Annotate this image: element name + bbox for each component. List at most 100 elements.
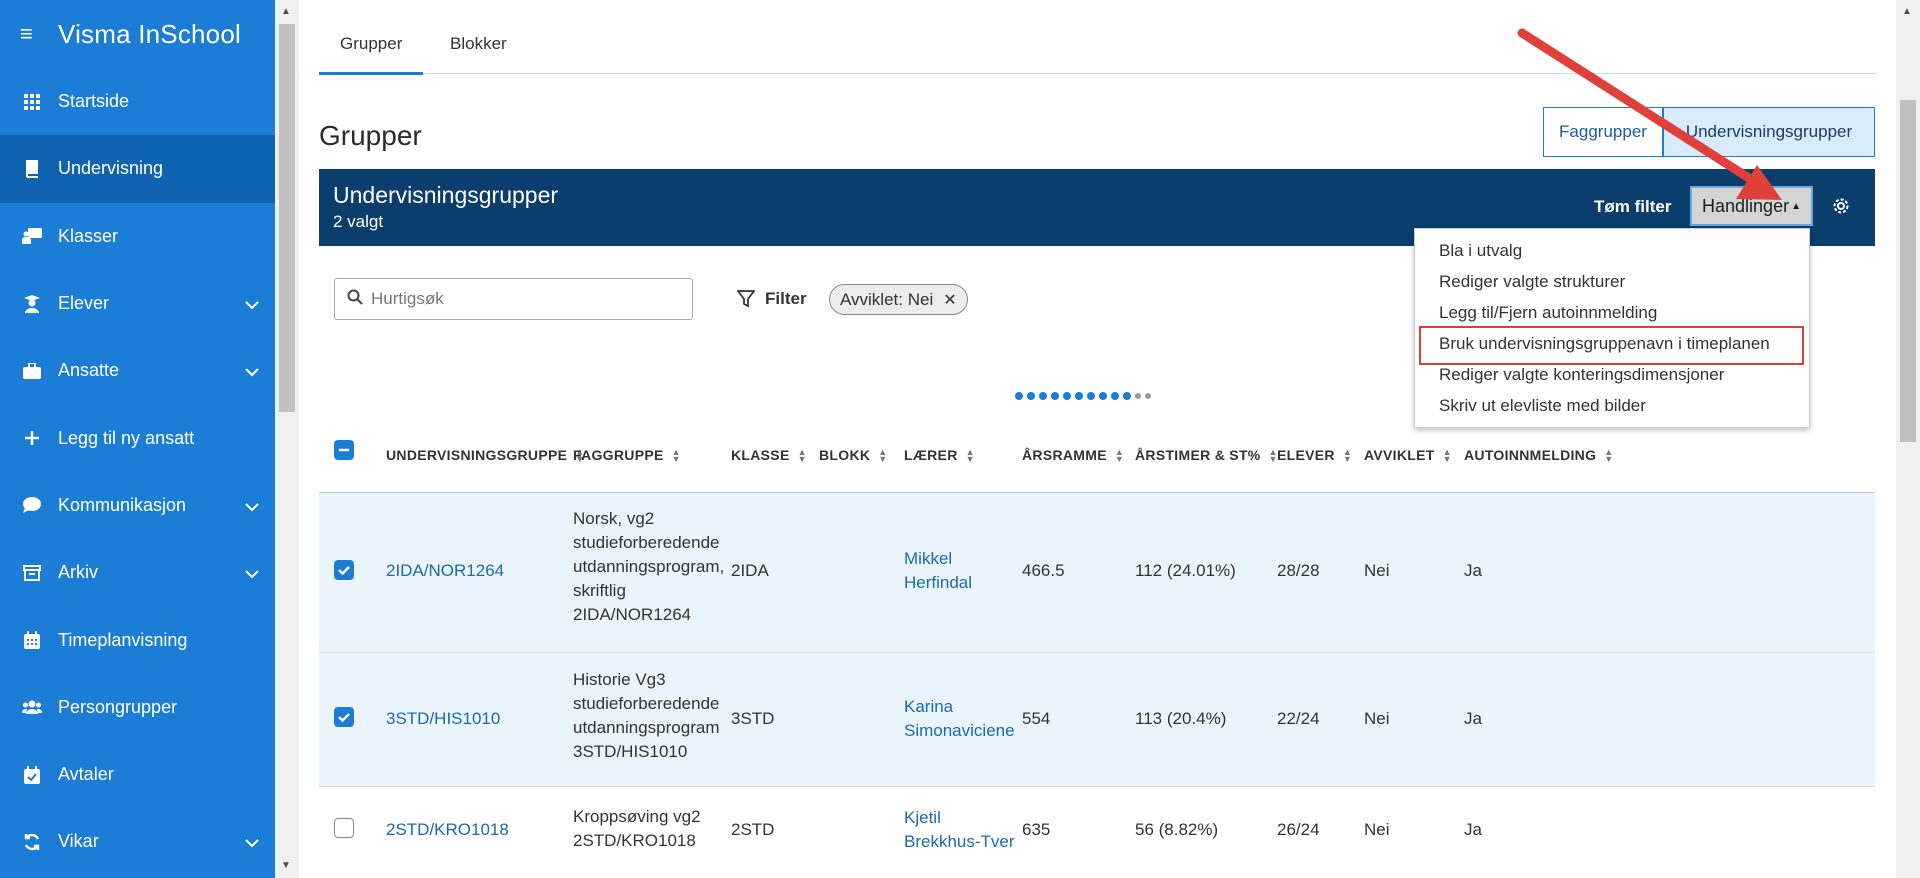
column-header-label: FAGGRUPPE xyxy=(573,447,664,463)
faggruppe-line: utdanningsprogram xyxy=(573,718,720,737)
search-input[interactable]: Hurtigsøk xyxy=(334,278,693,320)
sidebar-item-timeplanvisning[interactable]: Timeplanvisning xyxy=(0,606,275,673)
menu-item-autoinnmelding[interactable]: Legg til/Fjern autoinnmelding xyxy=(1439,303,1657,323)
sidebar-item-label: Persongrupper xyxy=(58,696,178,717)
sidebar-item-elever[interactable]: Elever xyxy=(0,270,275,337)
klasse-cell: 3STD xyxy=(731,709,775,728)
segment-faggrupper-button[interactable]: Faggrupper xyxy=(1543,107,1663,157)
faggruppe-cell: Historie Vg3 studieforberedende utdannin… xyxy=(573,668,720,764)
chevron-down-icon[interactable] xyxy=(245,832,259,853)
sidebar-item-label: Timeplanvisning xyxy=(58,629,188,650)
menu-item-bruk-gruppenavn-i-timeplanen[interactable]: Bruk undervisningsgruppenavn i timeplane… xyxy=(1439,334,1770,354)
loading-dot xyxy=(1027,392,1035,400)
menu-item-bla-i-utvalg[interactable]: Bla i utvalg xyxy=(1439,241,1522,261)
close-icon[interactable]: ✕ xyxy=(943,290,956,310)
sidebar-item-vikar[interactable]: Vikar xyxy=(0,808,275,875)
actions-dropdown-button[interactable]: Handlinger ▲ xyxy=(1690,186,1813,226)
loading-dot xyxy=(1145,393,1151,399)
selection-count: 2 valgt xyxy=(333,212,384,231)
sidebar-item-arkiv[interactable]: Arkiv xyxy=(0,539,275,606)
scroll-up-arrow-icon[interactable]: ▲ xyxy=(1902,6,1912,17)
sidebar-scrollbar[interactable]: ▲ ▼ xyxy=(275,0,299,878)
column-header-faggruppe[interactable]: FAGGRUPPE ▲ ▼ xyxy=(573,447,681,464)
filter-button[interactable]: Filter xyxy=(737,289,807,309)
column-header-undervisningsgruppe[interactable]: UNDERVISNINGSGRUPPE ▲ ▼ xyxy=(386,447,584,464)
main-content: Grupper Blokker Grupper Faggrupper Under… xyxy=(299,0,1896,878)
sidebar-item-undervisning[interactable]: Undervisning xyxy=(0,135,275,203)
segment-undervisningsgrupper-button[interactable]: Undervisningsgrupper xyxy=(1663,107,1875,157)
chevron-down-icon[interactable] xyxy=(245,563,259,584)
group-link[interactable]: 2STD/KRO1018 xyxy=(386,818,509,842)
sidebar-header: ≡ Visma InSchool xyxy=(0,0,275,68)
chevron-down-icon[interactable] xyxy=(245,361,259,382)
teacher-link[interactable]: Mikkel Herfindal xyxy=(904,547,972,595)
column-header-autoinnmelding[interactable]: AUTOINNMELDING ▲ ▼ xyxy=(1464,447,1614,464)
select-all-checkbox[interactable] xyxy=(334,440,354,460)
column-header-klasse[interactable]: KLASSE ▲ ▼ xyxy=(731,447,807,464)
gear-icon[interactable] xyxy=(1831,196,1851,221)
column-header-arsramme[interactable]: ÅRSRAMME ▲ ▼ xyxy=(1022,447,1125,465)
group-link[interactable]: 3STD/HIS1010 xyxy=(386,707,500,731)
app-title: Visma InSchool xyxy=(58,18,241,49)
menu-item-konteringsdimensjoner[interactable]: Rediger valgte konteringsdimensjoner xyxy=(1439,365,1724,385)
avviklet-cell: Nei xyxy=(1364,820,1390,839)
clear-filter-button[interactable]: Tøm filter xyxy=(1594,197,1671,217)
column-header-elever[interactable]: ELEVER ▲ ▼ xyxy=(1277,447,1352,464)
loading-dot xyxy=(1015,392,1023,400)
tab-grupper[interactable]: Grupper xyxy=(319,34,424,75)
calendar-check-icon xyxy=(22,765,42,785)
faggruppe-line: studieforberedende xyxy=(573,694,720,713)
hamburger-menu-icon[interactable]: ≡ xyxy=(20,23,58,45)
table-row[interactable]: 3STD/HIS1010 Historie Vg3 studieforbered… xyxy=(319,653,1875,787)
sort-icon: ▲ ▼ xyxy=(1114,447,1125,465)
search-icon xyxy=(347,289,363,310)
calendar-icon xyxy=(22,630,42,650)
chevron-down-icon[interactable] xyxy=(245,496,259,517)
row-checkbox[interactable] xyxy=(334,818,354,838)
column-header-laerer[interactable]: LÆRER ▲ ▼ xyxy=(904,447,975,464)
presentation-icon xyxy=(22,226,42,246)
row-checkbox[interactable] xyxy=(334,560,354,580)
faggruppe-line: 2IDA/NOR1264 xyxy=(573,605,692,624)
table-row[interactable]: 2IDA/NOR1264 Norsk, vg2 studieforbereden… xyxy=(319,493,1875,653)
sidebar-item-startside[interactable]: Startside xyxy=(0,68,275,135)
scroll-up-arrow-icon[interactable]: ▲ xyxy=(281,6,291,17)
sidebar-item-persongrupper[interactable]: Persongrupper xyxy=(0,674,275,741)
column-header-arstimer[interactable]: ÅRSTIMER & ST% ▲ ▼ xyxy=(1135,447,1278,464)
search-placeholder: Hurtigsøk xyxy=(371,289,444,308)
column-header-blokk[interactable]: BLOKK ▲ ▼ xyxy=(819,447,888,465)
group-link[interactable]: 2IDA/NOR1264 xyxy=(386,559,504,583)
tab-blokker[interactable]: Blokker xyxy=(450,34,507,54)
column-header-label: AUTOINNMELDING xyxy=(1464,447,1597,463)
chevron-down-icon[interactable] xyxy=(245,294,259,315)
sidebar-item-klasser[interactable]: Klasser xyxy=(0,203,275,270)
column-header-label: ÅRSRAMME xyxy=(1022,447,1107,463)
sidebar-item-legg-til-ny-ansatt[interactable]: Legg til ny ansatt xyxy=(0,404,275,471)
elever-cell: 22/24 xyxy=(1277,709,1320,728)
sidebar-item-label: Ansatte xyxy=(58,360,120,381)
actions-dropdown-menu: Bla i utvalg Rediger valgte strukturer L… xyxy=(1414,228,1810,428)
arsramme-cell: 466.5 xyxy=(1022,561,1065,580)
table-row[interactable]: 2STD/KRO1018 Kroppsøving vg2 2STD/KRO101… xyxy=(319,787,1875,878)
column-header-label: LÆRER xyxy=(904,447,958,463)
scrollbar-thumb[interactable] xyxy=(1900,100,1916,442)
sort-icon: ▲ ▼ xyxy=(878,447,888,465)
main-scrollbar[interactable]: ▲ xyxy=(1896,0,1920,878)
sidebar-item-kommunikasjon[interactable]: Kommunikasjon xyxy=(0,472,275,539)
scroll-down-arrow-icon[interactable]: ▼ xyxy=(281,860,291,871)
menu-item-rediger-strukturer[interactable]: Rediger valgte strukturer xyxy=(1439,272,1625,292)
sidebar-item-label: Arkiv xyxy=(58,562,98,583)
sidebar-item-ansatte[interactable]: Ansatte xyxy=(0,337,275,404)
filter-chip[interactable]: Avviklet: Nei ✕ xyxy=(829,284,968,315)
menu-item-skriv-ut-elevliste[interactable]: Skriv ut elevliste med bilder xyxy=(1439,396,1646,416)
column-header-avviklet[interactable]: AVVIKLET ▲ ▼ xyxy=(1364,447,1452,464)
sidebar-item-avtaler[interactable]: Avtaler xyxy=(0,741,275,808)
loading-dot xyxy=(1063,392,1071,400)
teacher-link[interactable]: Kjetil Brekkhus-Tver xyxy=(904,806,1015,854)
loading-dot xyxy=(1087,392,1095,400)
row-checkbox[interactable] xyxy=(334,707,354,727)
teacher-link[interactable]: Karina Simonaviciene xyxy=(904,695,1015,743)
scrollbar-thumb[interactable] xyxy=(279,24,295,412)
briefcase-icon xyxy=(22,361,42,381)
loading-dot xyxy=(1039,392,1047,400)
